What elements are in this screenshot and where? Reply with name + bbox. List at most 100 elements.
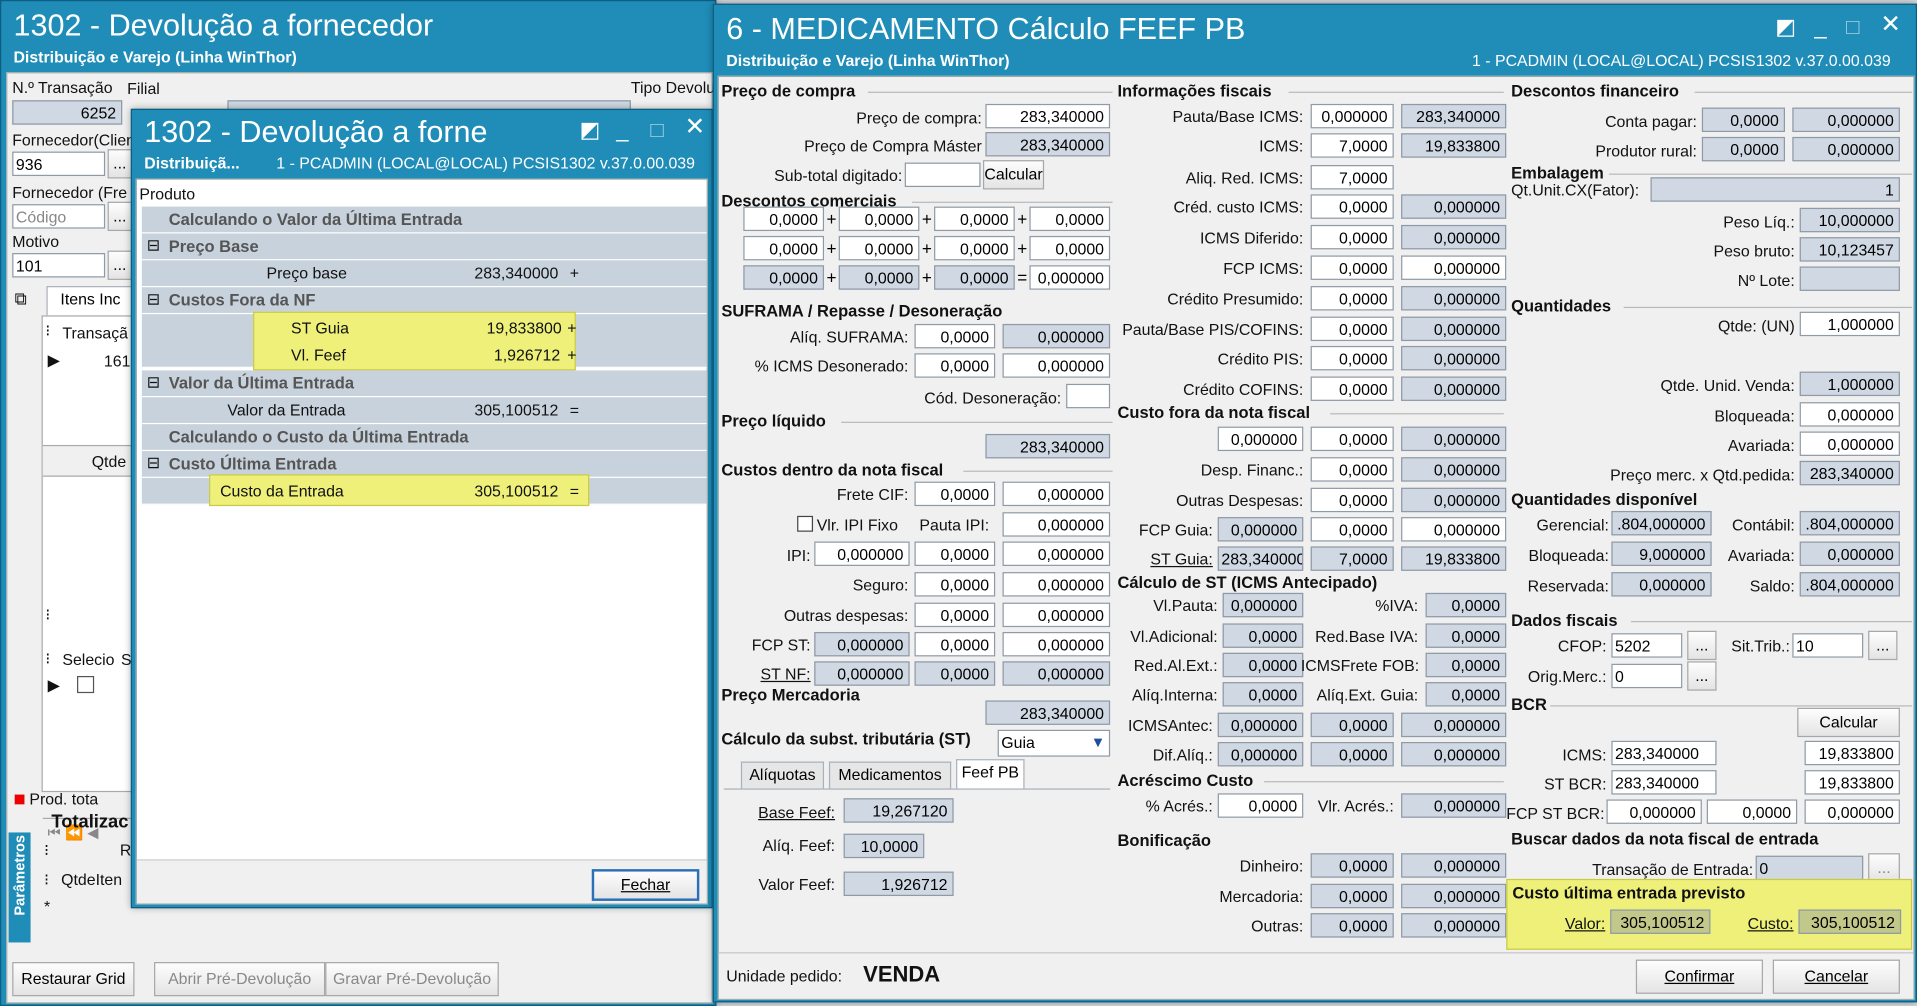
desp-financ-value-field[interactable]: 0,000000 [1401,457,1507,482]
st-nf-pct-field[interactable]: 0,0000 [914,661,996,686]
collapse-icon[interactable]: ⊟ [147,290,160,310]
preco-mercadoria-field[interactable]: 283,340000 [985,700,1111,725]
cfop-lookup-button[interactable]: ... [1687,630,1717,661]
icms-desonerado-value-field[interactable]: 0,000000 [1002,353,1111,378]
st-guia-pct-field[interactable]: 7,0000 [1310,546,1394,571]
pauta-ipi-field[interactable]: 0,000000 [1002,512,1111,537]
collapse-icon[interactable]: ⊟ [147,373,160,393]
ipi-value-field[interactable]: 0,000000 [1002,541,1111,566]
st-guia-value-field[interactable]: 19,833800 [1401,546,1507,571]
fornecedor-field[interactable]: 936 [12,151,106,177]
st-nf-value-field[interactable]: 0,000000 [1002,661,1111,686]
vlr-acres-field[interactable]: 0,000000 [1401,793,1507,818]
frete-fob-pct-field[interactable]: 0,0000 [1310,426,1394,452]
sit-trib-lookup-button[interactable]: ... [1868,630,1898,661]
restore-window-icon[interactable]: ◩ [1775,15,1796,39]
maximize-icon[interactable]: □ [1846,15,1859,39]
pis-base-value-field[interactable]: 0,000000 [1401,316,1507,342]
aliq-interna-field[interactable]: 0,0000 [1222,682,1304,707]
desconto-2-4-field[interactable]: 0,0000 [1029,235,1111,261]
mercadoria-value-field[interactable]: 0,000000 [1401,883,1507,909]
desconto-2-1-field[interactable]: 0,0000 [743,235,825,261]
icms-desonerado-field[interactable]: 0,0000 [914,353,996,378]
icms-frete-fob-field[interactable]: 0,0000 [1425,652,1507,678]
st-bcr-field[interactable]: 283,340000 [1611,770,1717,795]
vl-adicional-field[interactable]: 0,0000 [1222,623,1304,648]
preco-compra-field[interactable]: 283,340000 [985,103,1111,129]
valor-previsto-label[interactable]: Valor: [1507,914,1605,932]
pres-value-field[interactable]: 0,000000 [1401,286,1507,311]
preco-master-field[interactable]: 283,340000 [985,132,1111,157]
confirmar-button[interactable]: Confirmar [1635,959,1763,994]
transacao-entrada-field[interactable]: 0 [1755,855,1864,881]
calcular-bcr-button[interactable]: Calcular [1797,707,1900,738]
dif-value-field[interactable]: 0,000000 [1401,224,1507,250]
red-al-ext-field[interactable]: 0,0000 [1222,652,1304,678]
parametros-strip[interactable]: Parâmetros [8,832,31,943]
gerencial-field[interactable]: .804,000000 [1611,510,1712,536]
desconto-3-3-field[interactable]: 0,0000 [934,265,1015,290]
collapse-icon[interactable]: ⊟ [147,454,160,474]
close-icon[interactable]: ✕ [685,115,705,139]
st-nf-label[interactable]: ST NF: [719,665,811,683]
items-grid[interactable]: ⁝ Transaçã ▶ 161 Qtde ⁝ ⁝ Selecio Se ▶ ⏮… [41,315,141,841]
qtde-unid-venda-field[interactable]: 1,000000 [1799,371,1900,397]
frete-fob-value-field[interactable]: 0,000000 [1401,426,1507,452]
outras-desp-field[interactable]: 0,0000 [1310,487,1394,513]
calcular-subtotal-button[interactable]: Calcular [982,160,1045,190]
dif-aliq-field[interactable]: 0,000000 [1217,741,1304,767]
fechar-button[interactable]: Fechar [591,869,700,901]
aliq-ext-guia-field[interactable]: 0,0000 [1425,682,1507,707]
cred-value-field[interactable]: 0,000000 [1401,194,1507,219]
fcp-guia-field[interactable]: 0,000000 [1217,517,1304,542]
contabil-field[interactable]: .804,000000 [1799,510,1900,536]
desconto-3-1-field[interactable]: 0,0000 [743,265,825,290]
desconto-1-3-field[interactable]: 0,0000 [934,206,1015,232]
outras-value-field[interactable]: 0,000000 [1401,913,1507,938]
frete-cif-value-field[interactable]: 0,000000 [1002,481,1111,507]
seguro-field[interactable]: 0,0000 [914,572,996,597]
ipi-field[interactable]: 0,000000 [814,541,910,566]
pauta-value-field[interactable]: 283,340000 [1401,103,1507,129]
pct-acres-field[interactable]: 0,0000 [1217,793,1304,818]
bloqueada-field[interactable]: 0,000000 [1799,402,1900,427]
outras-despesas-value-field[interactable]: 0,000000 [1002,602,1111,628]
base-feef-label[interactable]: Base Feef: [719,803,835,821]
desconto-1-2-field[interactable]: 0,0000 [838,206,920,232]
icms-value-field[interactable]: 19,833800 [1401,133,1507,158]
desconto-3-4-field[interactable]: 0,000000 [1029,265,1111,290]
orig-merc-field[interactable]: 0 [1611,663,1683,689]
subtotal-field[interactable] [904,162,981,188]
codigo-field[interactable]: Código [12,204,106,229]
bcr-icms-field[interactable]: 283,340000 [1611,740,1717,766]
fcp-field[interactable]: 0,0000 [1310,255,1394,280]
fcp-st-bcr-field[interactable]: 0,000000 [1606,799,1702,824]
icms-antec-pct-field[interactable]: 0,0000 [1310,712,1394,738]
cred-field[interactable]: 0,0000 [1310,194,1394,219]
saldo-field[interactable]: .804,000000 [1799,572,1900,597]
frete-fob-field[interactable]: 0,000000 [1217,426,1304,452]
avariada-field[interactable]: 0,000000 [1799,431,1900,456]
fcp-guia-pct-field[interactable]: 0,0000 [1310,517,1394,542]
minimize-icon[interactable]: _ [616,117,628,141]
fcp-guia-value-field[interactable]: 0,000000 [1401,517,1507,542]
motivo-lookup-button[interactable]: ... [107,250,133,280]
aliq-suframa-value-field[interactable]: 0,000000 [1002,323,1111,349]
restore-window-icon[interactable]: ◩ [580,117,601,141]
row-custos-fora-group[interactable]: ⊟ Custos Fora da NF [141,287,707,315]
outras-field[interactable]: 0,0000 [1310,913,1394,938]
collapse-icon[interactable]: ⊟ [147,236,160,256]
bcr-icms-value-field[interactable]: 19,833800 [1804,740,1900,766]
orig-merc-lookup-button[interactable]: ... [1687,661,1717,691]
mercadoria-field[interactable]: 0,0000 [1310,883,1394,909]
icms-field[interactable]: 7,0000 [1310,133,1394,158]
transacao-field[interactable]: 6252 [12,100,123,125]
dinheiro-value-field[interactable]: 0,000000 [1401,853,1507,878]
desconto-2-2-field[interactable]: 0,0000 [838,235,920,261]
dif-field[interactable]: 0,0000 [1310,224,1394,250]
st-bcr-value-field[interactable]: 19,833800 [1804,770,1900,795]
bloqueada-disp-field[interactable]: 9,000000 [1611,541,1712,566]
icms-antec-field[interactable]: 0,000000 [1217,712,1304,738]
conta-pagar-value-field[interactable]: 0,000000 [1792,107,1900,133]
dif-aliq-pct-field[interactable]: 0,0000 [1310,741,1394,767]
